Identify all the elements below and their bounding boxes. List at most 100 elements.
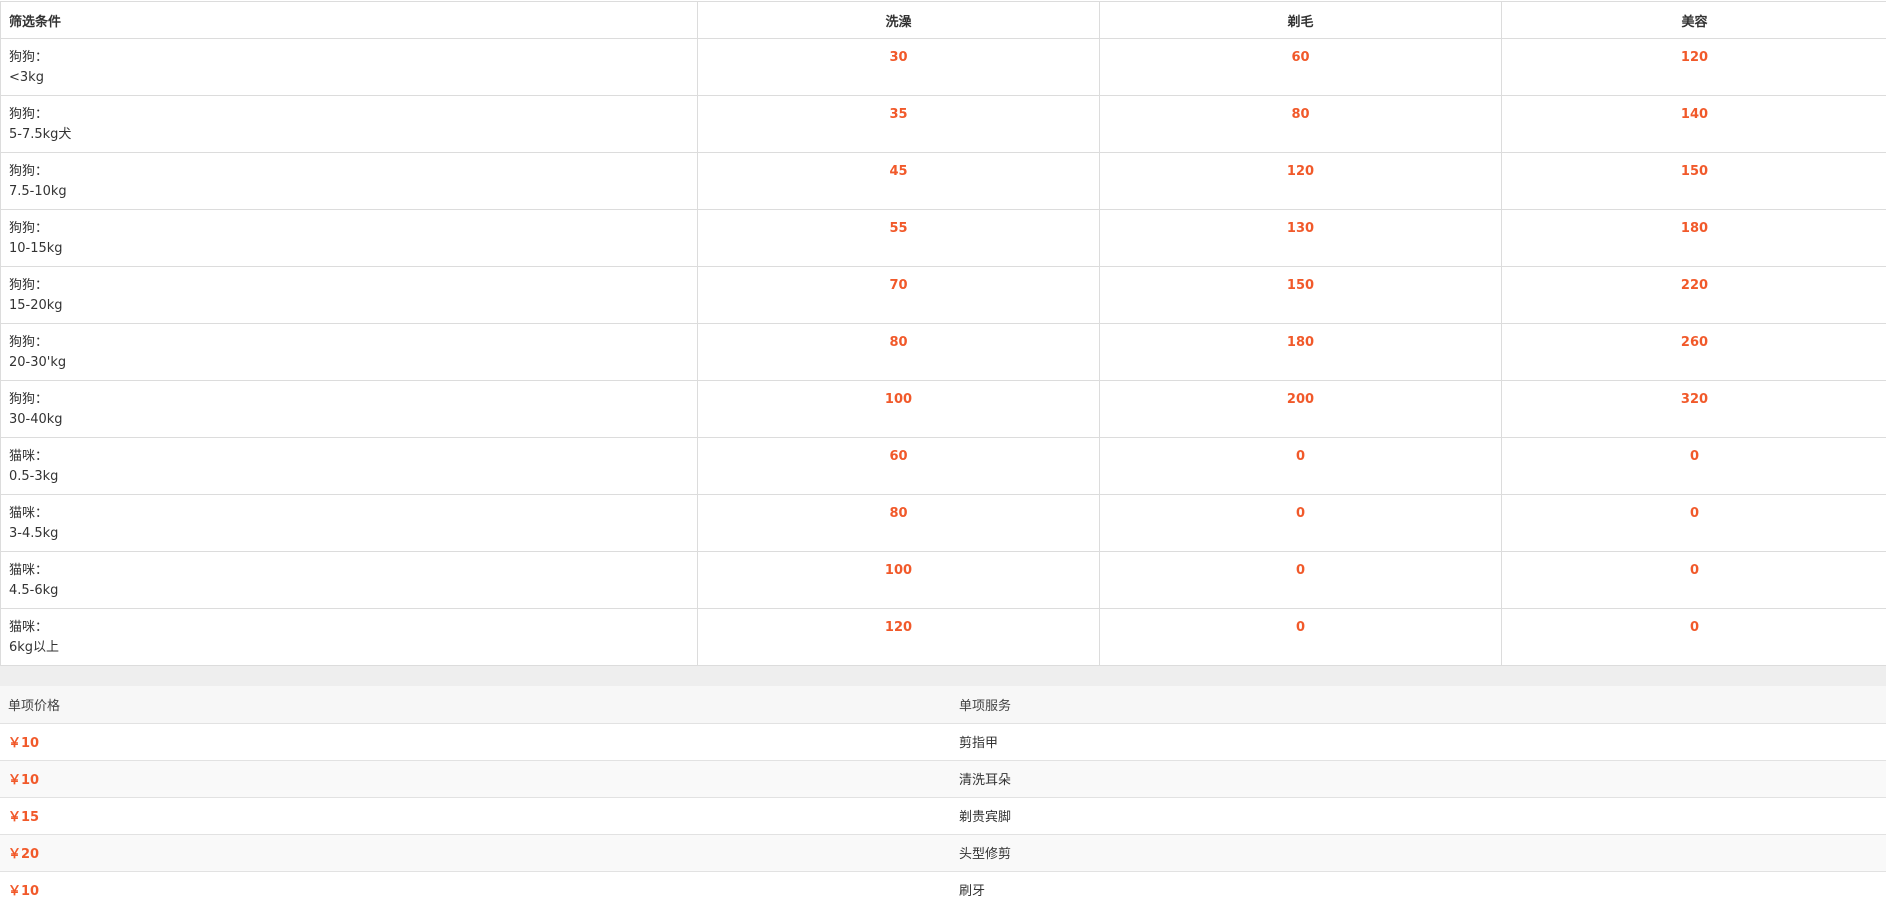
shave-price-cell: 120: [1099, 152, 1502, 210]
bath-price-cell: 80: [697, 323, 1100, 381]
table-row: 狗狗： 7.5-10kg 45 120 150: [0, 152, 1886, 210]
header-grooming: 美容: [1501, 1, 1886, 39]
pet-species-label: 狗狗：: [9, 278, 49, 293]
single-item-service: 剪指甲: [951, 723, 1886, 761]
pet-species-label: 狗狗：: [9, 221, 49, 236]
pet-weight-label: 20-30'kg: [9, 355, 67, 370]
bath-price-cell: 80: [697, 494, 1100, 552]
pet-species-label: 猫咪：: [9, 449, 49, 464]
shave-price-cell: 150: [1099, 266, 1502, 324]
grooming-price-cell: 0: [1501, 437, 1886, 495]
table-row: 猫咪： 3-4.5kg 80 0 0: [0, 494, 1886, 552]
header-filter-condition: 筛选条件: [0, 1, 698, 39]
filter-condition-cell: 猫咪： 6kg以上: [0, 608, 698, 666]
pet-species-label: 狗狗：: [9, 335, 49, 350]
single-item-price: ￥20: [0, 834, 951, 872]
single-item-price: ￥10: [0, 760, 951, 798]
shave-price-cell: 0: [1099, 608, 1502, 666]
filter-condition-cell: 狗狗： <3kg: [0, 38, 698, 96]
pet-weight-label: 3-4.5kg: [9, 526, 59, 541]
shave-price-cell: 200: [1099, 380, 1502, 438]
grooming-price-cell: 140: [1501, 95, 1886, 153]
bath-price-cell: 100: [697, 380, 1100, 438]
pet-species-label: 猫咪：: [9, 620, 49, 635]
price-table-header-row: 筛选条件 洗澡 剃毛 美容: [0, 1, 1886, 39]
single-item-service: 剃贵宾脚: [951, 797, 1886, 835]
shave-price-cell: 0: [1099, 437, 1502, 495]
filter-condition-cell: 狗狗： 7.5-10kg: [0, 152, 698, 210]
single-item-price: ￥15: [0, 797, 951, 835]
single-item-header-row: 单项价格 单项服务: [0, 686, 1886, 724]
table-row: 狗狗： 5-7.5kg犬 35 80 140: [0, 95, 1886, 153]
pet-weight-label: 6kg以上: [9, 640, 60, 655]
single-item-service: 清洗耳朵: [951, 760, 1886, 798]
filter-condition-cell: 狗狗： 30-40kg: [0, 380, 698, 438]
shave-price-cell: 130: [1099, 209, 1502, 267]
single-item-price-table: 单项价格 单项服务 ￥10 剪指甲 ￥10 清洗耳朵 ￥15 剃贵宾脚 ￥20 头型修剪 ￥10…: [0, 686, 1886, 907]
bath-price-cell: 100: [697, 551, 1100, 609]
bath-price-cell: 70: [697, 266, 1100, 324]
shave-price-cell: 180: [1099, 323, 1502, 381]
pet-weight-label: 7.5-10kg: [9, 184, 67, 199]
grooming-price-cell: 0: [1501, 494, 1886, 552]
shave-price-cell: 80: [1099, 95, 1502, 153]
shave-price-cell: 0: [1099, 494, 1502, 552]
grooming-price-cell: 320: [1501, 380, 1886, 438]
pet-species-label: 猫咪：: [9, 506, 49, 521]
grooming-price-cell: 180: [1501, 209, 1886, 267]
filter-condition-cell: 猫咪： 4.5-6kg: [0, 551, 698, 609]
pet-weight-label: 0.5-3kg: [9, 469, 59, 484]
grooming-price-cell: 150: [1501, 152, 1886, 210]
single-item-service: 刷牙: [951, 871, 1886, 907]
single-item-price: ￥10: [0, 723, 951, 761]
pet-species-label: 狗狗：: [9, 392, 49, 407]
filter-condition-cell: 猫咪： 0.5-3kg: [0, 437, 698, 495]
table-row: 狗狗： 15-20kg 70 150 220: [0, 266, 1886, 324]
grooming-price-cell: 220: [1501, 266, 1886, 324]
pet-species-label: 狗狗：: [9, 107, 49, 122]
shave-price-cell: 0: [1099, 551, 1502, 609]
table-row: 狗狗： <3kg 30 60 120: [0, 38, 1886, 96]
filter-condition-cell: 狗狗： 20-30'kg: [0, 323, 698, 381]
single-item-price: ￥10: [0, 871, 951, 907]
header-single-price: 单项价格: [0, 686, 951, 724]
grooming-price-cell: 0: [1501, 608, 1886, 666]
pet-weight-label: 30-40kg: [9, 412, 63, 427]
filter-condition-cell: 狗狗： 15-20kg: [0, 266, 698, 324]
list-item: ￥15 剃贵宾脚: [0, 797, 1886, 835]
pet-weight-label: 4.5-6kg: [9, 583, 59, 598]
header-single-service: 单项服务: [951, 686, 1886, 724]
grooming-price-table: 筛选条件 洗澡 剃毛 美容 狗狗： <3kg 30 60 120 狗狗： 5-7.5kg犬 3…: [0, 1, 1886, 666]
section-divider: [0, 666, 1886, 686]
grooming-price-cell: 260: [1501, 323, 1886, 381]
bath-price-cell: 120: [697, 608, 1100, 666]
header-bath: 洗澡: [697, 1, 1100, 39]
table-row: 狗狗： 10-15kg 55 130 180: [0, 209, 1886, 267]
bath-price-cell: 35: [697, 95, 1100, 153]
table-row: 狗狗： 30-40kg 100 200 320: [0, 380, 1886, 438]
list-item: ￥10 刷牙: [0, 871, 1886, 907]
bath-price-cell: 60: [697, 437, 1100, 495]
list-item: ￥20 头型修剪: [0, 834, 1886, 872]
bath-price-cell: 45: [697, 152, 1100, 210]
bath-price-cell: 30: [697, 38, 1100, 96]
pet-species-label: 狗狗：: [9, 50, 49, 65]
filter-condition-cell: 狗狗： 5-7.5kg犬: [0, 95, 698, 153]
single-item-service: 头型修剪: [951, 834, 1886, 872]
table-row: 狗狗： 20-30'kg 80 180 260: [0, 323, 1886, 381]
pet-weight-label: 10-15kg: [9, 241, 63, 256]
grooming-price-cell: 120: [1501, 38, 1886, 96]
shave-price-cell: 60: [1099, 38, 1502, 96]
pet-species-label: 猫咪：: [9, 563, 49, 578]
table-row: 猫咪： 4.5-6kg 100 0 0: [0, 551, 1886, 609]
pet-weight-label: 5-7.5kg犬: [9, 127, 72, 142]
header-shave: 剃毛: [1099, 1, 1502, 39]
table-row: 猫咪： 0.5-3kg 60 0 0: [0, 437, 1886, 495]
list-item: ￥10 清洗耳朵: [0, 760, 1886, 798]
list-item: ￥10 剪指甲: [0, 723, 1886, 761]
filter-condition-cell: 猫咪： 3-4.5kg: [0, 494, 698, 552]
bath-price-cell: 55: [697, 209, 1100, 267]
pet-species-label: 狗狗：: [9, 164, 49, 179]
pet-weight-label: 15-20kg: [9, 298, 63, 313]
pet-grooming-price-page: 筛选条件 洗澡 剃毛 美容 狗狗： <3kg 30 60 120 狗狗： 5-7.5kg犬 3…: [0, 0, 1886, 907]
